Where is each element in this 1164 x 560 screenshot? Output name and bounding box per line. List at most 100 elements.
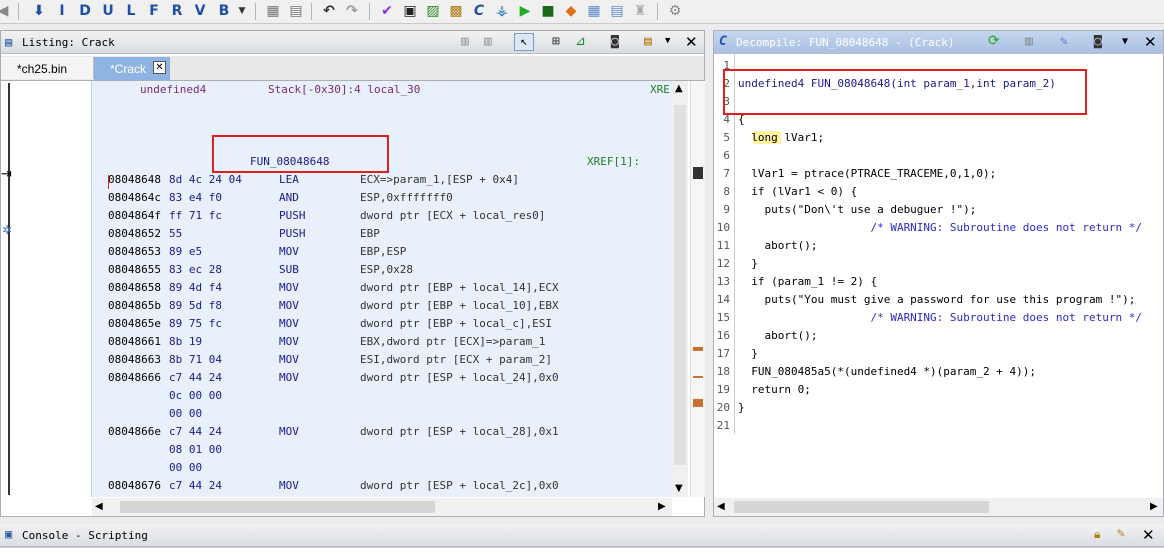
clear-console-icon[interactable]: ✎ <box>1117 526 1125 541</box>
checkin-icon[interactable]: ♜ <box>631 2 649 20</box>
variable-button[interactable]: V <box>191 2 209 20</box>
disassemble-data-button[interactable]: D <box>76 2 94 20</box>
instruction-mnemonic[interactable]: MOV <box>279 353 299 371</box>
decompile-hscrollbar[interactable]: ◀ ▶ <box>714 498 1163 516</box>
scroll-up-icon[interactable]: ▲ <box>675 83 683 94</box>
snapshot-icon[interactable]: ◙ <box>611 34 619 49</box>
instruction-mnemonic[interactable]: LEA <box>279 173 299 191</box>
decompile-line[interactable]: } <box>738 257 758 270</box>
copy-icon[interactable]: ▥ <box>1025 34 1033 49</box>
data-type-manager-icon[interactable]: ▩ <box>447 2 465 20</box>
menu-dropdown-icon[interactable]: ▼ <box>665 36 670 46</box>
instruction-mnemonic[interactable]: MOV <box>279 479 299 497</box>
instruction-address[interactable]: 08048653 <box>108 245 161 263</box>
instruction-address[interactable]: 0804865e <box>108 317 161 335</box>
instruction-mnemonic[interactable]: MOV <box>279 317 299 335</box>
instruction-mnemonic[interactable]: SUB <box>279 263 299 281</box>
instruction-operands[interactable]: ESI,dword ptr [ECX + param_2] <box>360 353 552 371</box>
instruction-address[interactable]: 0804864f <box>108 209 161 227</box>
diamond-icon[interactable]: ◆ <box>562 2 580 20</box>
console-body[interactable] <box>0 547 1164 560</box>
menu-dropdown-icon[interactable]: ▼ <box>1122 36 1128 47</box>
instruction-address[interactable]: 08048676 <box>108 479 161 497</box>
instruction-mnemonic[interactable]: MOV <box>279 299 299 317</box>
graph-icon[interactable]: ⊿ <box>575 34 586 49</box>
listing-hscrollbar[interactable]: ◀ ▶ <box>92 498 672 516</box>
disassemble-instruction-button[interactable]: I <box>53 2 71 20</box>
decompile-line[interactable]: abort(); <box>738 239 817 252</box>
settings-icon[interactable]: ⚙ <box>666 2 684 20</box>
instruction-address[interactable]: 08048661 <box>108 335 161 353</box>
instruction-operands[interactable]: dword ptr [ESP + local_2c],0x0 <box>360 479 559 497</box>
instruction-mnemonic[interactable]: PUSH <box>279 209 306 227</box>
patch-icon[interactable]: ▤ <box>287 2 305 20</box>
undo-icon[interactable]: ↶ <box>320 2 338 20</box>
instruction-operands[interactable]: ECX=>param_1,[ESP + 0x4] <box>360 173 519 191</box>
scroll-left-icon[interactable]: ◀ <box>717 501 725 512</box>
instruction-address[interactable]: 08048663 <box>108 353 161 371</box>
decompile-line[interactable]: /* WARNING: Subroutine does not return *… <box>738 221 1142 234</box>
instruction-mnemonic[interactable]: AND <box>279 191 299 209</box>
hscroll-thumb[interactable] <box>734 501 989 513</box>
undefine-button[interactable]: U <box>99 2 117 20</box>
tab-crack[interactable]: *Crack ✕ <box>94 57 170 80</box>
overview-bar[interactable] <box>690 81 705 497</box>
decompile-line[interactable]: long lVar1; <box>738 131 825 144</box>
instruction-address[interactable]: 0804865b <box>108 299 161 317</box>
copy-icon[interactable]: ▥ <box>461 34 469 49</box>
decompile-line[interactable]: if (lVar1 < 0) { <box>738 185 857 198</box>
reference-button[interactable]: R <box>168 2 186 20</box>
tab-close-icon[interactable]: ✕ <box>153 61 166 74</box>
scroll-track[interactable] <box>674 105 686 465</box>
instruction-address[interactable]: 08048666 <box>108 371 161 389</box>
terminal-icon[interactable]: ■ <box>539 2 557 20</box>
redo-icon[interactable]: ↷ <box>343 2 361 20</box>
instruction-operands[interactable]: ESP,0x28 <box>360 263 413 281</box>
instruction-mnemonic[interactable]: MOV <box>279 245 299 263</box>
data-type-icon[interactable]: ▨ <box>424 2 442 20</box>
refresh-icon[interactable]: ⟳ <box>988 33 1000 49</box>
instruction-address[interactable]: 0804864c <box>108 191 161 209</box>
instruction-operands[interactable]: dword ptr [ECX + local_res0] <box>360 209 545 227</box>
decompile-line[interactable]: /* WARNING: Subroutine does not return *… <box>738 311 1142 324</box>
instruction-operands[interactable]: dword ptr [ESP + local_28],0x1 <box>360 425 559 443</box>
scroll-right-icon[interactable]: ▶ <box>1150 501 1158 512</box>
instruction-operands[interactable]: EBP <box>360 227 380 245</box>
instruction-operands[interactable]: ESP,0xfffffff0 <box>360 191 453 209</box>
decompile-line[interactable]: } <box>738 401 745 414</box>
decompile-line[interactable]: return 0; <box>738 383 811 396</box>
instruction-operands[interactable]: dword ptr [ESP + local_24],0x0 <box>360 371 559 389</box>
decompile-close-icon[interactable]: ✕ <box>1144 33 1157 51</box>
edit-icon[interactable]: ✎ <box>1060 34 1068 49</box>
instruction-operands[interactable]: dword ptr [EBP + local_10],EBX <box>360 299 559 317</box>
scroll-down-icon[interactable]: ▼ <box>675 483 683 494</box>
instruction-address[interactable]: 0804866e <box>108 425 161 443</box>
back-icon[interactable]: ◀ <box>0 2 12 20</box>
instruction-mnemonic[interactable]: MOV <box>279 335 299 353</box>
listing-vscrollbar[interactable]: ▲ ▼ <box>672 81 688 497</box>
instruction-mnemonic[interactable]: MOV <box>279 281 299 299</box>
download-arrow-icon[interactable]: ⬇ <box>30 2 48 20</box>
run-icon[interactable]: ▶ <box>516 2 534 20</box>
listing-close-icon[interactable]: ✕ <box>685 33 698 51</box>
decompiler-icon[interactable]: C <box>470 2 488 20</box>
decompile-line[interactable]: abort(); <box>738 329 817 342</box>
instruction-operands[interactable]: dword ptr [EBP + local_c],ESI <box>360 317 552 335</box>
scroll-left-icon[interactable]: ◀ <box>95 501 103 512</box>
field-edit-icon[interactable]: ⊞ <box>552 34 560 49</box>
decompile-line[interactable]: } <box>738 347 758 360</box>
label-button[interactable]: L <box>122 2 140 20</box>
paste-icon[interactable]: ▥ <box>484 34 492 49</box>
decompile-line[interactable]: if (param_1 != 2) { <box>738 275 877 288</box>
dropdown-arrow-icon[interactable]: ▼ <box>233 2 251 20</box>
instruction-mnemonic[interactable]: MOV <box>279 371 299 389</box>
instruction-address[interactable]: 08048658 <box>108 281 161 299</box>
hscroll-thumb[interactable] <box>120 501 435 513</box>
console-close-icon[interactable]: ✕ <box>1142 526 1155 544</box>
decompile-line[interactable]: puts("You must give a password for use t… <box>738 293 1135 306</box>
decompile-line[interactable]: puts("Don\'t use a debuguer !"); <box>738 203 976 216</box>
scroll-right-icon[interactable]: ▶ <box>658 501 666 512</box>
tab-ch25-bin[interactable]: *ch25.bin <box>1 57 94 79</box>
lock-icon[interactable]: 🔒︎ <box>1094 527 1100 542</box>
clear-icon[interactable]: ▦ <box>264 2 282 20</box>
